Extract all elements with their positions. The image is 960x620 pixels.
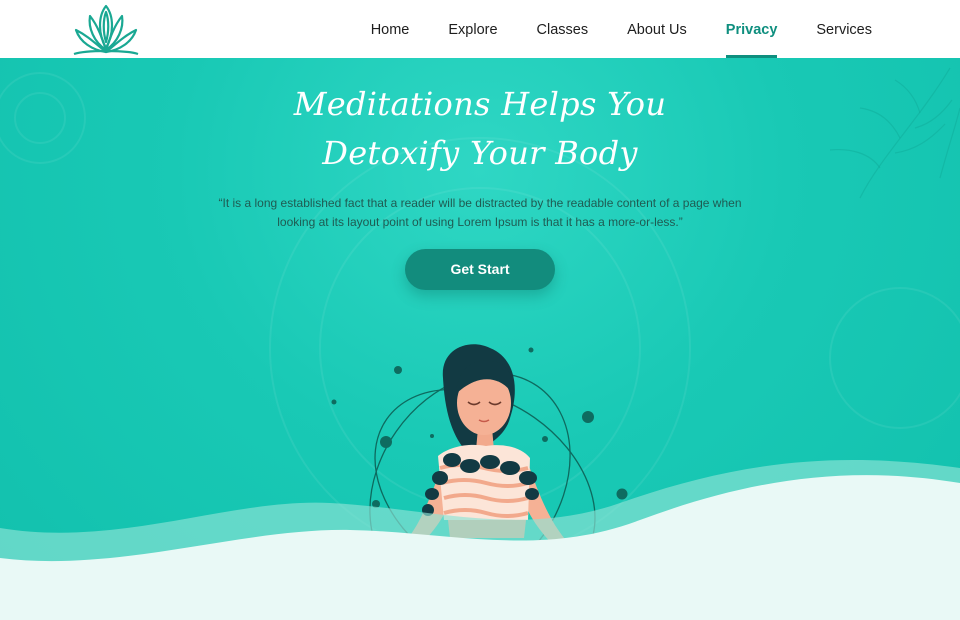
nav-explore[interactable]: Explore (448, 0, 497, 58)
main-nav: Home Explore Classes About Us Privacy Se… (332, 0, 872, 58)
nav-classes[interactable]: Classes (537, 0, 589, 58)
nav-about-us[interactable]: About Us (627, 0, 687, 58)
nav-home[interactable]: Home (371, 0, 410, 58)
lotus-icon[interactable] (70, 0, 142, 58)
bottom-wave-decoration (0, 460, 960, 620)
nav-services[interactable]: Services (816, 0, 872, 58)
nav-privacy[interactable]: Privacy (725, 0, 777, 58)
hero-section: Meditations Helps You Detoxify Your Body… (0, 58, 960, 620)
navbar: Home Explore Classes About Us Privacy Se… (0, 0, 960, 58)
